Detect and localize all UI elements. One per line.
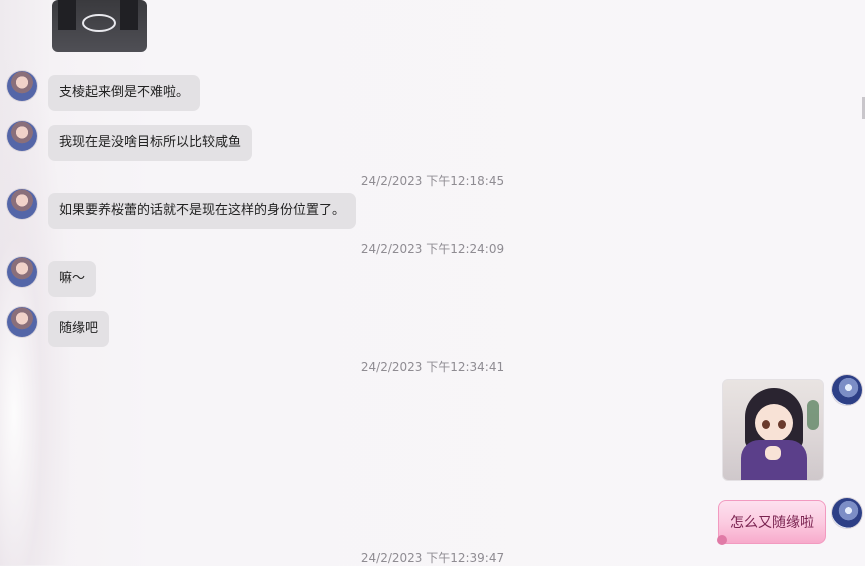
sticker-message[interactable] — [722, 379, 824, 481]
message-timestamp: 24/2/2023 下午12:39:47 — [360, 551, 505, 565]
message-bubble-pink[interactable]: 怎么又随缘啦 — [717, 500, 826, 545]
sticker-ear-shape — [58, 0, 76, 30]
contact-avatar[interactable] — [7, 257, 37, 287]
bubble-decoration-icon — [717, 535, 727, 545]
contact-avatar[interactable] — [7, 71, 37, 101]
sticker-face-shape — [755, 404, 793, 442]
sticker-eye-shape — [778, 420, 786, 429]
sticker-ear-shape — [120, 0, 138, 30]
message-timestamp: 24/2/2023 下午12:34:41 — [360, 360, 505, 374]
contact-avatar[interactable] — [7, 121, 37, 151]
sticker-eye-shape — [762, 420, 770, 429]
message-timestamp: 24/2/2023 下午12:24:09 — [360, 242, 505, 256]
my-avatar[interactable] — [832, 375, 862, 405]
message-bubble[interactable]: 嘛～ — [48, 261, 97, 297]
message-timestamp: 24/2/2023 下午12:18:45 — [360, 174, 505, 188]
message-bubble[interactable]: 如果要养桜蕾的话就不是现在这样的身份位置了。 — [48, 193, 357, 229]
message-bubble[interactable]: 我现在是没啥目标所以比较咸鱼 — [48, 125, 253, 161]
contact-avatar[interactable] — [7, 189, 37, 219]
sticker-message[interactable] — [52, 0, 147, 52]
contact-avatar[interactable] — [7, 307, 37, 337]
sticker-bow-shape — [82, 14, 116, 32]
message-bubble[interactable]: 随缘吧 — [48, 311, 110, 347]
sticker-hands-shape — [765, 446, 781, 460]
my-avatar[interactable] — [832, 498, 862, 528]
message-text: 怎么又随缘啦 — [730, 515, 814, 531]
sticker-plant-shape — [807, 400, 819, 430]
chat-message-list[interactable]: 支棱起来倒是不难啦。 我现在是没啥目标所以比较咸鱼 24/2/2023 下午12… — [0, 0, 865, 565]
message-bubble[interactable]: 支棱起来倒是不难啦。 — [48, 75, 201, 111]
